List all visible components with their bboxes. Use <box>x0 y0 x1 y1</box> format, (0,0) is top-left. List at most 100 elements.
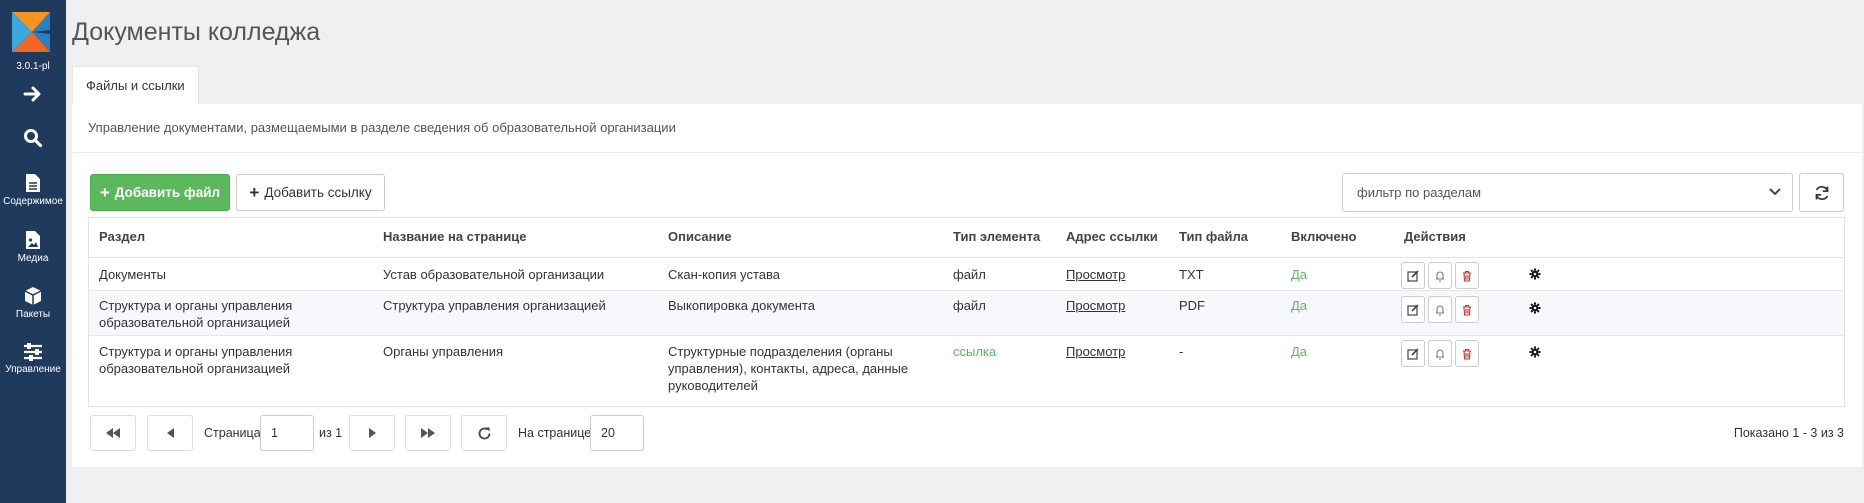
row-actions <box>1401 340 1479 367</box>
arrow-right-icon <box>23 86 41 102</box>
cell-name: Структура управления организацией <box>383 298 606 313</box>
delete-button[interactable] <box>1455 296 1479 323</box>
delete-button[interactable] <box>1455 262 1479 289</box>
edit-button[interactable] <box>1401 262 1425 289</box>
sidebar-item-content[interactable]: Содержимое <box>0 173 66 207</box>
trash-icon <box>1463 270 1471 282</box>
trash-icon <box>1463 348 1471 360</box>
table-row[interactable]: Документы Устав образовательной организа… <box>89 258 1844 291</box>
sidebar-item-label: Управление <box>5 364 61 375</box>
view-link[interactable]: Просмотр <box>1066 266 1125 283</box>
reload-button[interactable] <box>461 415 507 451</box>
last-page-button[interactable] <box>405 415 451 451</box>
column-header[interactable]: Включено <box>1291 218 1357 256</box>
column-header[interactable]: Тип элемента <box>953 218 1040 256</box>
cell-enabled: Да <box>1291 298 1308 313</box>
column-header: Действия <box>1404 229 1466 244</box>
gear-icon[interactable] <box>1529 268 1541 280</box>
add-link-button[interactable]: + Добавить ссылку <box>236 174 385 211</box>
sidebar-item-management[interactable]: Управление <box>0 343 66 375</box>
plus-icon: + <box>249 183 260 202</box>
notify-button[interactable] <box>1428 296 1452 323</box>
refresh-button[interactable] <box>1799 173 1844 212</box>
edit-icon <box>1407 269 1419 282</box>
add-file-label: Добавить файл <box>114 185 221 200</box>
reload-icon <box>478 427 490 439</box>
per-page-input[interactable]: 20 <box>590 415 644 451</box>
prev-page-button[interactable] <box>147 415 193 451</box>
cell-file-type: PDF <box>1179 298 1205 313</box>
add-link-label: Добавить ссылку <box>264 185 372 200</box>
cell-description: Скан-копия устава <box>668 267 780 282</box>
cell-type: ссылка <box>953 344 997 359</box>
per-page-label: На странице: <box>518 426 595 440</box>
cell-type: файл <box>953 267 986 282</box>
first-page-button[interactable] <box>90 415 136 451</box>
delete-button[interactable] <box>1455 340 1479 367</box>
cell-name: Органы управления <box>383 344 504 359</box>
chevron-right-icon <box>368 428 376 438</box>
add-file-button[interactable]: + Добавить файл <box>90 174 230 211</box>
divider <box>72 152 1862 153</box>
trash-icon <box>1463 304 1471 316</box>
next-page-button[interactable] <box>349 415 395 451</box>
sidebar-item-label: Пакеты <box>15 309 51 320</box>
cell-description: Выкопировка документа <box>668 298 815 313</box>
search-icon <box>24 129 43 148</box>
cube-icon <box>24 287 42 305</box>
sidebar: 3.0.1-pl Содержимое Медиа Пакеты Управле… <box>0 0 66 503</box>
column-header[interactable]: Тип файла <box>1179 218 1248 256</box>
notify-button[interactable] <box>1428 340 1452 367</box>
sliders-icon <box>24 343 42 361</box>
row-actions <box>1401 262 1479 289</box>
main-panel: Управление документами, размещаемыми в р… <box>72 104 1862 467</box>
section-filter-placeholder: фильтр по разделам <box>1357 185 1482 200</box>
image-file-icon <box>26 231 40 249</box>
edit-icon <box>1407 303 1419 316</box>
view-link[interactable]: Просмотр <box>1066 297 1125 314</box>
gear-icon[interactable] <box>1529 302 1541 314</box>
panel-description: Управление документами, размещаемыми в р… <box>88 120 676 135</box>
edit-button[interactable] <box>1401 340 1425 367</box>
page-title: Документы колледжа <box>72 18 321 46</box>
view-link[interactable]: Просмотр <box>1066 343 1125 360</box>
records-summary: Показано 1 - 3 из 3 <box>1733 426 1844 440</box>
file-icon <box>26 174 40 192</box>
section-filter-select[interactable]: фильтр по разделам <box>1342 173 1793 212</box>
column-header[interactable]: Раздел <box>99 218 145 256</box>
bell-icon <box>1436 349 1444 360</box>
cell-section: Документы <box>99 267 167 282</box>
notify-button[interactable] <box>1428 262 1452 289</box>
cell-name: Устав образовательной организации <box>383 267 605 282</box>
sidebar-item-packages[interactable]: Пакеты <box>0 286 66 320</box>
sidebar-item-expand[interactable] <box>0 84 66 104</box>
sidebar-item-label: Содержимое <box>3 196 63 207</box>
cell-file-type: TXT <box>1179 267 1204 282</box>
sidebar-item-search[interactable] <box>0 128 66 148</box>
sidebar-item-label: Медиа <box>17 253 49 264</box>
tab-files-and-links[interactable]: Файлы и ссылки <box>72 66 199 104</box>
row-actions <box>1401 296 1479 323</box>
sidebar-item-media[interactable]: Медиа <box>0 230 66 264</box>
plus-icon: + <box>99 183 110 202</box>
bell-icon <box>1436 305 1444 316</box>
table-row[interactable]: Структура и органы управления образовате… <box>89 336 1844 393</box>
edit-button[interactable] <box>1401 296 1425 323</box>
table-header: Раздел Название на странице Описание Тип… <box>89 218 1844 258</box>
bell-icon <box>1436 271 1444 282</box>
column-header[interactable]: Описание <box>668 218 732 256</box>
page-label: Страница <box>204 426 261 440</box>
double-chevron-right-icon <box>421 428 435 438</box>
app-logo[interactable] <box>10 10 54 54</box>
refresh-icon <box>1815 185 1828 200</box>
page-input[interactable]: 1 <box>260 415 314 451</box>
table-row[interactable]: Структура и органы управления образовате… <box>89 291 1844 336</box>
cell-section: Структура и органы управления образовате… <box>99 344 293 376</box>
column-header[interactable]: Адрес ссылки <box>1066 218 1158 256</box>
gear-icon[interactable] <box>1529 346 1541 358</box>
cell-description: Структурные подразделения (органы управл… <box>668 344 909 393</box>
chevron-left-icon <box>166 428 174 438</box>
column-header[interactable]: Название на странице <box>383 218 527 256</box>
cell-enabled: Да <box>1291 267 1308 282</box>
cell-enabled: Да <box>1291 344 1308 359</box>
